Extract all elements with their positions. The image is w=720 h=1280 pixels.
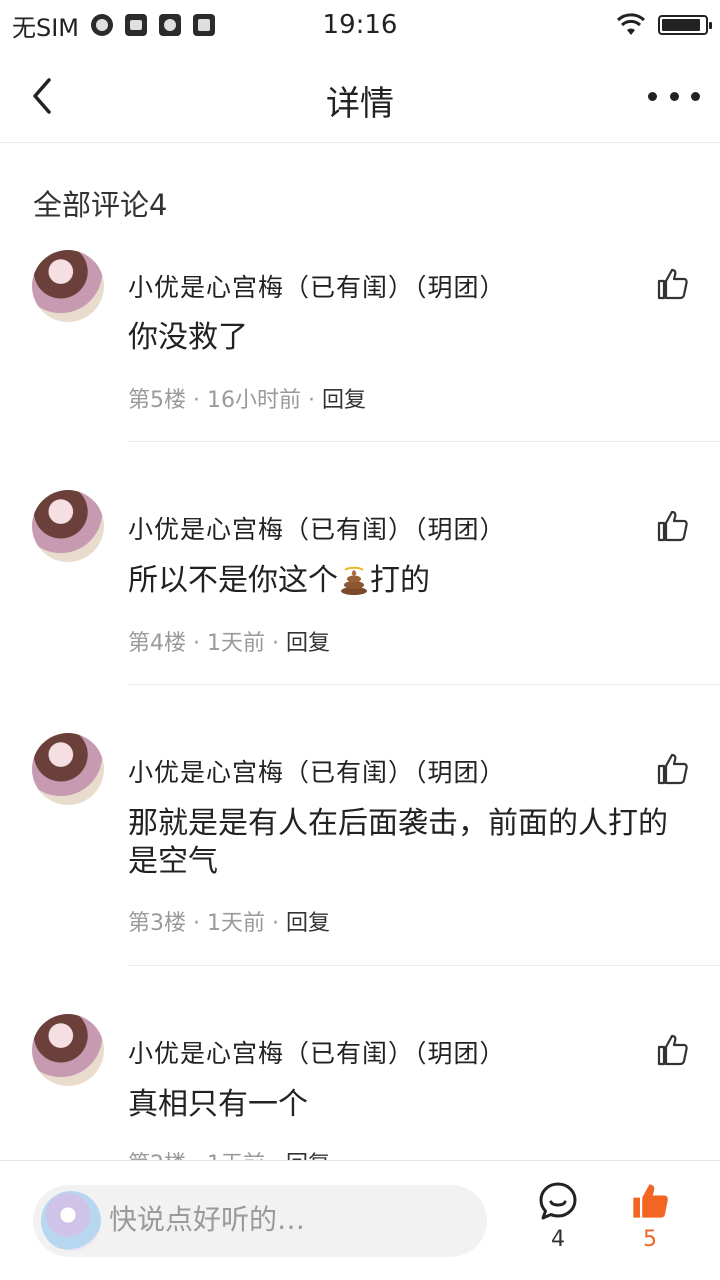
comment-floor: 第3楼 [128, 911, 186, 936]
reply-button[interactable]: 回复 [322, 388, 366, 413]
like-count: 5 [643, 1227, 657, 1252]
bag-icon [125, 14, 148, 36]
status-bar: 无SIM 19:16 [0, 0, 720, 50]
comment-bubble-icon [539, 1182, 577, 1220]
comment-count: 4 [551, 1227, 565, 1252]
comment-meta: 第4楼 · 1天前 · 回复 [128, 631, 330, 656]
more-button[interactable] [648, 78, 700, 114]
bottom-bar: 4 5 [0, 1160, 720, 1280]
status-right [616, 13, 712, 37]
comment-divider [128, 441, 720, 442]
page-title: 详情 [326, 84, 394, 124]
avatar[interactable] [32, 250, 104, 322]
comment-divider [128, 965, 720, 966]
globe-icon [91, 14, 114, 36]
comment-text-part: 打的 [370, 563, 430, 598]
comment-button[interactable]: 4 [530, 1181, 586, 1261]
comment-time: 1天前 [206, 631, 265, 656]
thumb-up-icon[interactable] [654, 508, 690, 544]
comment-author[interactable]: 小优是心宫梅（已有闺）（玥团） [128, 268, 506, 304]
comment-text: 那就是是有人在后面袭击，前面的人打的是空气 [128, 806, 668, 879]
avatar [41, 1191, 101, 1251]
comment-author[interactable]: 小优是心宫梅（已有闺）（玥团） [128, 510, 506, 546]
like-button[interactable]: 5 [622, 1181, 678, 1261]
comment-meta: 第5楼 · 16小时前 · 回复 [128, 388, 366, 413]
thumb-up-filled-icon [633, 1184, 668, 1218]
avatar[interactable] [32, 1014, 104, 1086]
comment-text: 所以不是你这个 打的 [128, 562, 688, 600]
comment-author[interactable]: 小优是心宫梅（已有闺）（玥团） [128, 753, 506, 789]
comment-text: 你没救了 [128, 320, 248, 355]
thumb-up-icon[interactable] [654, 1032, 690, 1068]
app-icon [159, 14, 182, 36]
comment-text: 真相只有一个 [128, 1087, 308, 1122]
nav-bar: 详情 [0, 50, 720, 143]
battery-icon [658, 15, 712, 35]
comment-author[interactable]: 小优是心宫梅（已有闺）（玥团） [128, 1034, 506, 1070]
status-left: 无SIM [12, 8, 216, 43]
reply-button[interactable]: 回复 [286, 631, 330, 656]
comment-text-part: 所以不是你这个 [128, 563, 338, 598]
comment-meta: 第3楼 · 1天前 · 回复 [128, 911, 330, 936]
reply-button[interactable]: 回复 [286, 911, 330, 936]
comment-input-box[interactable] [33, 1185, 487, 1257]
comment-time: 1天前 [206, 911, 265, 936]
comment-floor: 第5楼 [128, 388, 186, 413]
carrier-label: 无SIM [12, 13, 80, 42]
poop-emoji [341, 566, 367, 595]
comment-time: 16小时前 [206, 388, 301, 413]
avatar[interactable] [32, 490, 104, 562]
comment-floor: 第4楼 [128, 631, 186, 656]
wifi-icon [616, 13, 646, 35]
more-icon [648, 91, 657, 101]
thumb-up-icon[interactable] [654, 266, 690, 302]
comment-input[interactable] [109, 1203, 469, 1236]
comments-section-title: 全部评论4 [33, 188, 168, 222]
s-app-icon [193, 14, 216, 36]
thumb-up-icon[interactable] [654, 751, 690, 787]
avatar[interactable] [32, 733, 104, 805]
comment-divider [128, 684, 720, 685]
